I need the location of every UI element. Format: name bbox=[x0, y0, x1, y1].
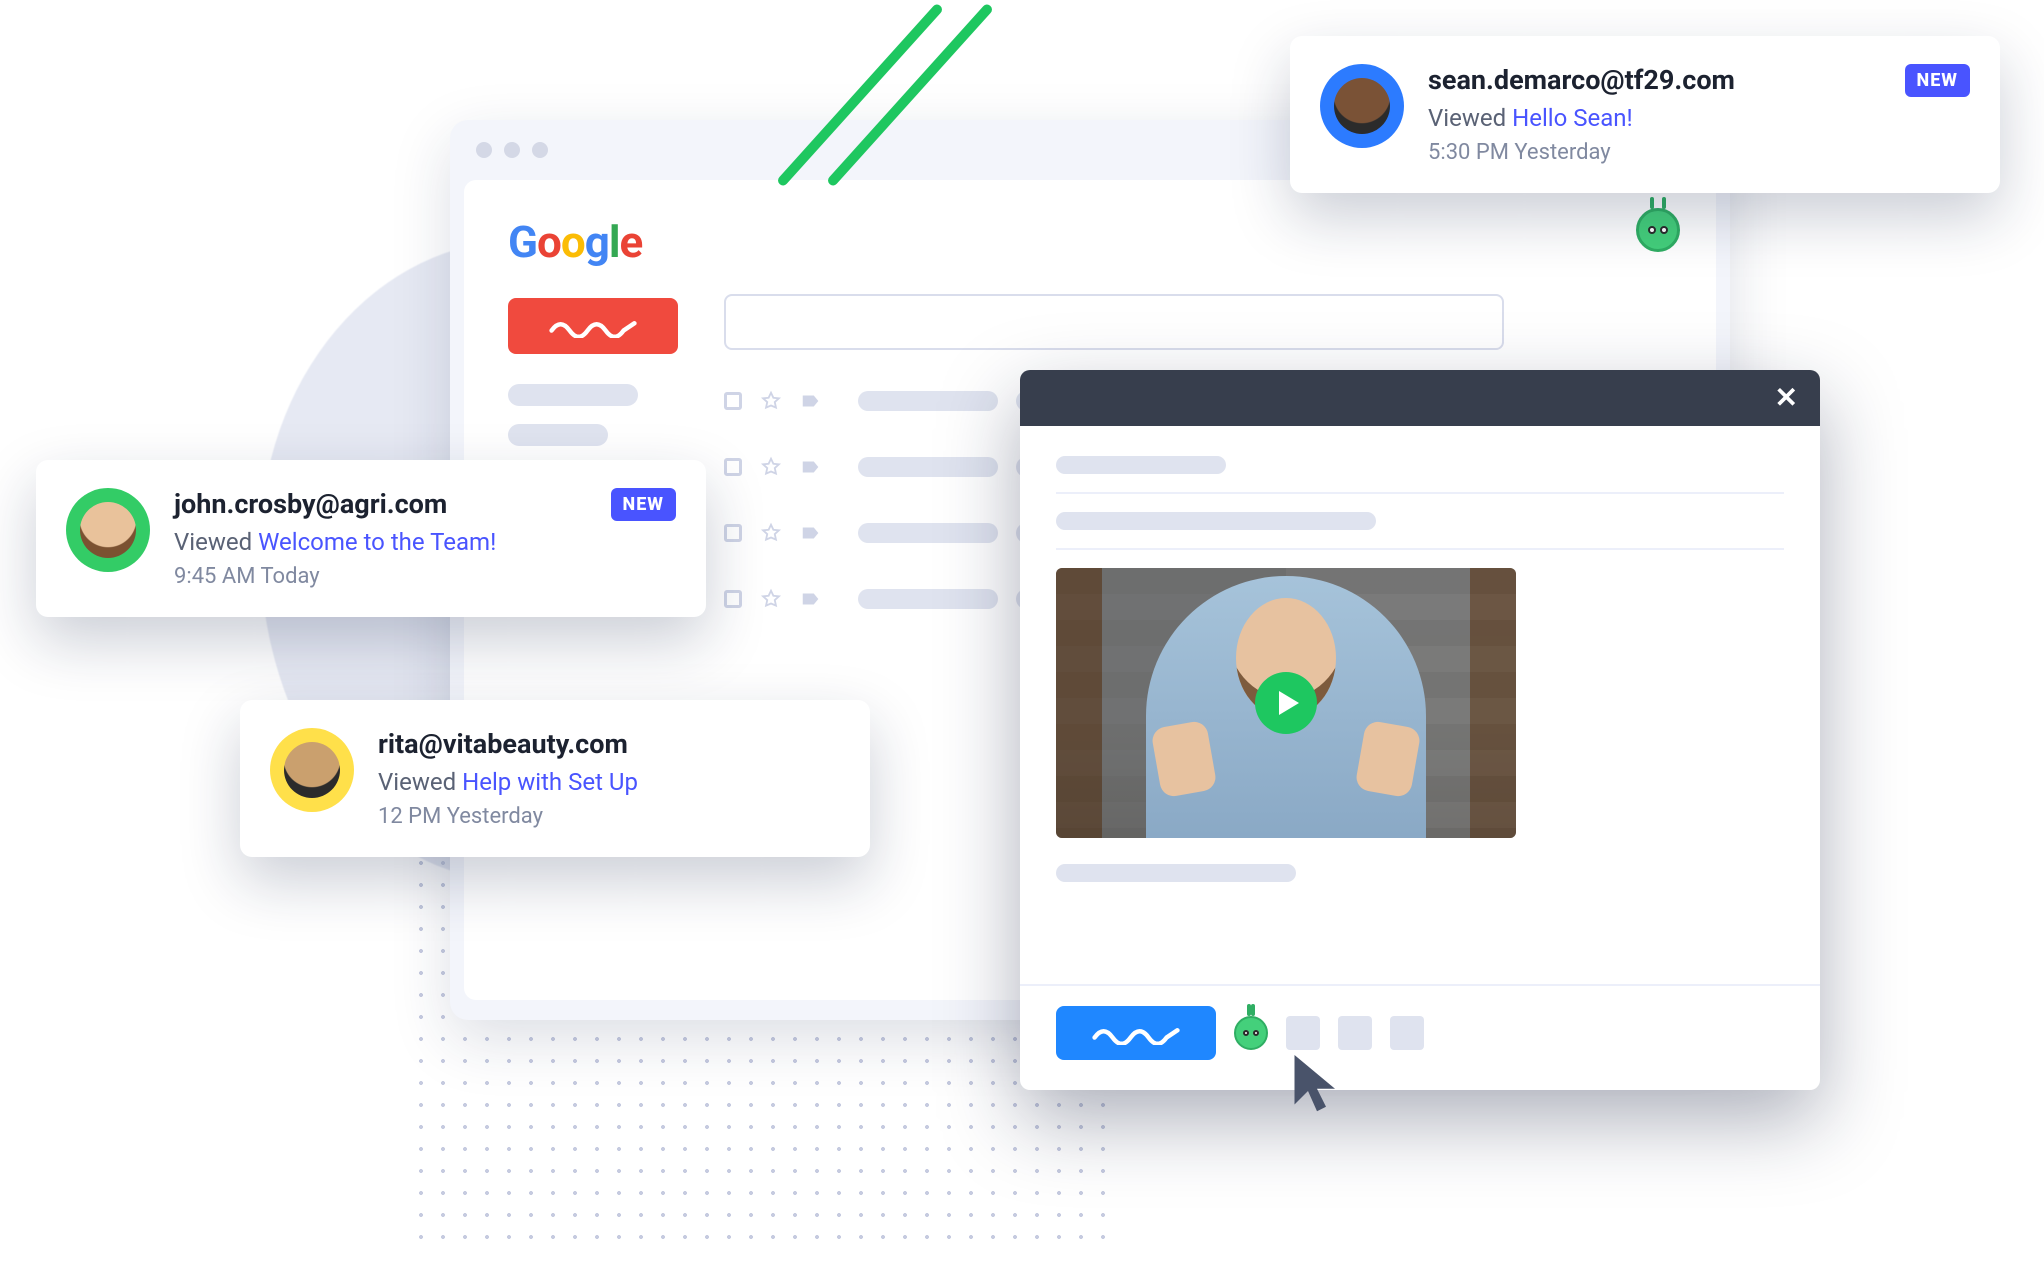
new-badge: NEW bbox=[611, 488, 676, 521]
video-thumbnail[interactable] bbox=[1056, 568, 1516, 838]
decorative-slashes bbox=[740, 90, 1000, 250]
checkbox[interactable] bbox=[724, 524, 742, 542]
scribble-icon bbox=[548, 314, 638, 338]
search-input[interactable] bbox=[724, 294, 1504, 350]
notification-subject-link[interactable]: Hello Sean! bbox=[1512, 104, 1633, 132]
sidebar-item-placeholder bbox=[508, 424, 608, 446]
google-logo: Google bbox=[508, 216, 1672, 268]
label-icon[interactable] bbox=[800, 522, 822, 544]
divider bbox=[1056, 548, 1784, 550]
notification-email: rita@vitabeauty.com bbox=[378, 728, 840, 760]
label-icon[interactable] bbox=[800, 390, 822, 412]
compose-toolbar bbox=[1020, 984, 1820, 1090]
sender-placeholder bbox=[858, 391, 998, 411]
notification-action-line: Viewed Help with Set Up bbox=[378, 768, 840, 796]
toolbar-button-placeholder[interactable] bbox=[1286, 1016, 1320, 1050]
notification-action-line: Viewed Welcome to the Team! bbox=[174, 528, 587, 556]
close-icon[interactable]: ✕ bbox=[1775, 384, 1798, 412]
notification-time: 9:45 AM Today bbox=[174, 564, 587, 589]
checkbox[interactable] bbox=[724, 392, 742, 410]
toolbar-button-placeholder[interactable] bbox=[1338, 1016, 1372, 1050]
traffic-dot[interactable] bbox=[476, 142, 492, 158]
sender-placeholder bbox=[858, 589, 998, 609]
sidebar-item-placeholder bbox=[508, 384, 638, 406]
scribble-icon bbox=[1091, 1021, 1181, 1045]
cursor-icon bbox=[1290, 1050, 1344, 1114]
vidyard-extension-icon[interactable] bbox=[1636, 208, 1680, 252]
notification-card[interactable]: sean.demarco@tf29.com Viewed Hello Sean!… bbox=[1290, 36, 2000, 193]
traffic-dot[interactable] bbox=[504, 142, 520, 158]
notification-subject-link[interactable]: Help with Set Up bbox=[462, 768, 638, 796]
sender-placeholder bbox=[858, 457, 998, 477]
compose-button[interactable] bbox=[508, 298, 678, 354]
send-button[interactable] bbox=[1056, 1006, 1216, 1060]
checkbox[interactable] bbox=[724, 590, 742, 608]
avatar bbox=[66, 488, 150, 572]
notification-action-line: Viewed Hello Sean! bbox=[1428, 104, 1881, 132]
play-icon[interactable] bbox=[1255, 672, 1317, 734]
star-icon[interactable] bbox=[760, 390, 782, 412]
compose-body bbox=[1020, 426, 1820, 984]
notification-subject-link[interactable]: Welcome to the Team! bbox=[258, 528, 496, 556]
notification-time: 12 PM Yesterday bbox=[378, 804, 840, 829]
notification-card[interactable]: rita@vitabeauty.com Viewed Help with Set… bbox=[240, 700, 870, 857]
compose-header: ✕ bbox=[1020, 370, 1820, 426]
sender-placeholder bbox=[858, 523, 998, 543]
label-icon[interactable] bbox=[800, 588, 822, 610]
action-word: Viewed bbox=[378, 768, 456, 796]
action-word: Viewed bbox=[1428, 104, 1506, 132]
new-badge: NEW bbox=[1905, 64, 1970, 97]
avatar bbox=[270, 728, 354, 812]
star-icon[interactable] bbox=[760, 522, 782, 544]
divider bbox=[1056, 492, 1784, 494]
avatar bbox=[1320, 64, 1404, 148]
traffic-dot[interactable] bbox=[532, 142, 548, 158]
body-text-placeholder bbox=[1056, 864, 1296, 882]
notification-email: sean.demarco@tf29.com bbox=[1428, 64, 1881, 96]
star-icon[interactable] bbox=[760, 456, 782, 478]
action-word: Viewed bbox=[174, 528, 252, 556]
checkbox[interactable] bbox=[724, 458, 742, 476]
to-field-placeholder[interactable] bbox=[1056, 456, 1226, 474]
label-icon[interactable] bbox=[800, 456, 822, 478]
subject-field-placeholder[interactable] bbox=[1056, 512, 1376, 530]
star-icon[interactable] bbox=[760, 588, 782, 610]
vidyard-insert-icon[interactable] bbox=[1234, 1016, 1268, 1050]
notification-email: john.crosby@agri.com bbox=[174, 488, 587, 520]
notification-time: 5:30 PM Yesterday bbox=[1428, 140, 1881, 165]
notification-card[interactable]: john.crosby@agri.com Viewed Welcome to t… bbox=[36, 460, 706, 617]
compose-window: ✕ bbox=[1020, 370, 1820, 1090]
toolbar-button-placeholder[interactable] bbox=[1390, 1016, 1424, 1050]
